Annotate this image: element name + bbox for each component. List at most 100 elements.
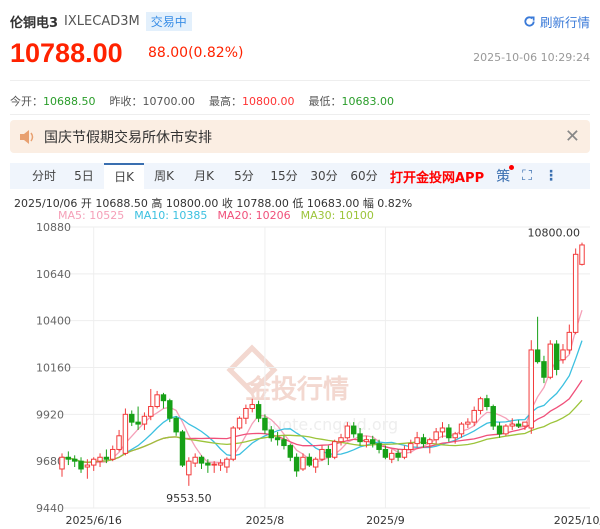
candle xyxy=(293,453,300,477)
tab-15min[interactable]: 15分 xyxy=(264,163,304,189)
candle xyxy=(110,445,116,462)
candle xyxy=(154,390,160,409)
candle-body xyxy=(65,456,72,460)
candle xyxy=(287,443,294,462)
close-icon[interactable]: ✕ xyxy=(565,126,580,147)
tab-fenshi[interactable]: 分时 xyxy=(24,163,64,189)
divider xyxy=(10,80,590,81)
candle xyxy=(547,340,554,380)
candle-body xyxy=(541,361,547,378)
candle xyxy=(458,422,465,438)
notice-banner[interactable]: 国庆节假期交易所休市安排 ✕ xyxy=(10,120,590,153)
tab-30min[interactable]: 30分 xyxy=(304,163,344,189)
candle xyxy=(490,404,496,430)
candle-body xyxy=(110,448,116,460)
candle xyxy=(503,424,509,436)
candle xyxy=(135,406,141,430)
candle-body xyxy=(363,439,370,443)
candle-body xyxy=(198,456,205,464)
max-price-label: 10800.00 xyxy=(528,227,581,240)
candle-body xyxy=(370,439,376,445)
candle xyxy=(541,355,547,384)
last-price: 10788.00 xyxy=(10,38,123,68)
instrument-name: 伦铜电3 xyxy=(10,16,59,31)
open-app-link[interactable]: 打开金投网APP xyxy=(390,167,484,186)
candle-body xyxy=(306,456,313,466)
instrument-header: 伦铜电3 IXLECAD3M 交易中 xyxy=(10,12,192,31)
candle xyxy=(553,340,560,376)
fullscreen-icon[interactable]: ⛶ xyxy=(522,168,532,184)
quote-time: 2025-10-06 10:29:24 xyxy=(473,51,590,64)
kline-chart[interactable]: 金投行情quote.cngold.org10880106401040010160… xyxy=(0,220,600,529)
candle-body xyxy=(293,456,300,472)
candle xyxy=(129,410,135,427)
candle-body xyxy=(78,460,84,470)
more-icon[interactable]: ⋮ xyxy=(544,168,558,184)
candle-body xyxy=(433,431,439,441)
candle xyxy=(192,453,198,468)
candle-body xyxy=(408,443,414,450)
candle-body xyxy=(192,456,198,464)
candle-body xyxy=(427,439,433,445)
candle-body xyxy=(160,394,167,402)
candle xyxy=(141,412,148,430)
candle xyxy=(230,426,236,462)
candle-body xyxy=(458,423,465,435)
candle-body xyxy=(97,456,103,462)
candle-body xyxy=(420,437,427,445)
candle-body xyxy=(287,445,294,458)
candle-body xyxy=(281,439,287,447)
candle xyxy=(160,392,167,409)
candle-body xyxy=(122,413,129,454)
candle-body xyxy=(528,349,534,429)
notification-dot xyxy=(509,165,515,170)
candle xyxy=(90,457,97,471)
tab-weekly-k[interactable]: 周K xyxy=(144,163,184,189)
status-badge: 交易中 xyxy=(145,12,192,31)
candle xyxy=(319,445,325,462)
x-tick-label: 2025/8 xyxy=(246,514,285,527)
candle xyxy=(167,398,173,423)
tab-5min[interactable]: 5分 xyxy=(224,163,264,189)
candle-body xyxy=(103,456,110,460)
stat-prev-close: 昨收：10700.00 xyxy=(109,95,196,108)
candle-body xyxy=(344,425,351,439)
candle-body xyxy=(331,441,338,458)
y-tick-label: 10160 xyxy=(36,362,71,375)
candle-body xyxy=(534,349,541,363)
candle-body xyxy=(522,421,528,427)
tab-5day[interactable]: 5日 xyxy=(64,163,104,189)
candle-body xyxy=(560,349,566,361)
tab-daily-k[interactable]: 日K xyxy=(104,163,144,189)
candle-body xyxy=(477,398,484,411)
price-change: 88.00(0.82%) xyxy=(148,45,244,61)
candle-body xyxy=(465,421,471,425)
candle-body xyxy=(312,458,319,468)
refresh-button[interactable]: 刷新行情 xyxy=(523,12,590,31)
candle xyxy=(496,422,503,438)
tab-60min[interactable]: 60分 xyxy=(344,163,384,189)
candle xyxy=(579,242,585,266)
candle-body xyxy=(179,431,186,466)
candle xyxy=(401,445,408,460)
candle-body xyxy=(579,244,585,265)
stat-open: 今开：10688.50 xyxy=(10,95,96,108)
candle xyxy=(439,422,446,438)
candle-body xyxy=(439,427,446,433)
candle xyxy=(534,316,541,364)
strategy-icon[interactable]: 策 xyxy=(496,165,515,186)
y-tick-label: 10880 xyxy=(36,221,71,234)
x-tick-label: 2025/10/6 xyxy=(554,514,600,527)
candle xyxy=(433,427,439,444)
candle-body xyxy=(71,458,78,462)
candle-body xyxy=(262,417,268,431)
candle xyxy=(211,461,217,473)
candle xyxy=(243,404,249,425)
candle xyxy=(465,418,471,428)
candle xyxy=(71,455,78,468)
tab-monthly-k[interactable]: 月K xyxy=(184,163,224,189)
candle-body xyxy=(350,425,357,435)
candle xyxy=(116,429,122,452)
candle xyxy=(224,457,230,473)
candle xyxy=(331,439,338,460)
